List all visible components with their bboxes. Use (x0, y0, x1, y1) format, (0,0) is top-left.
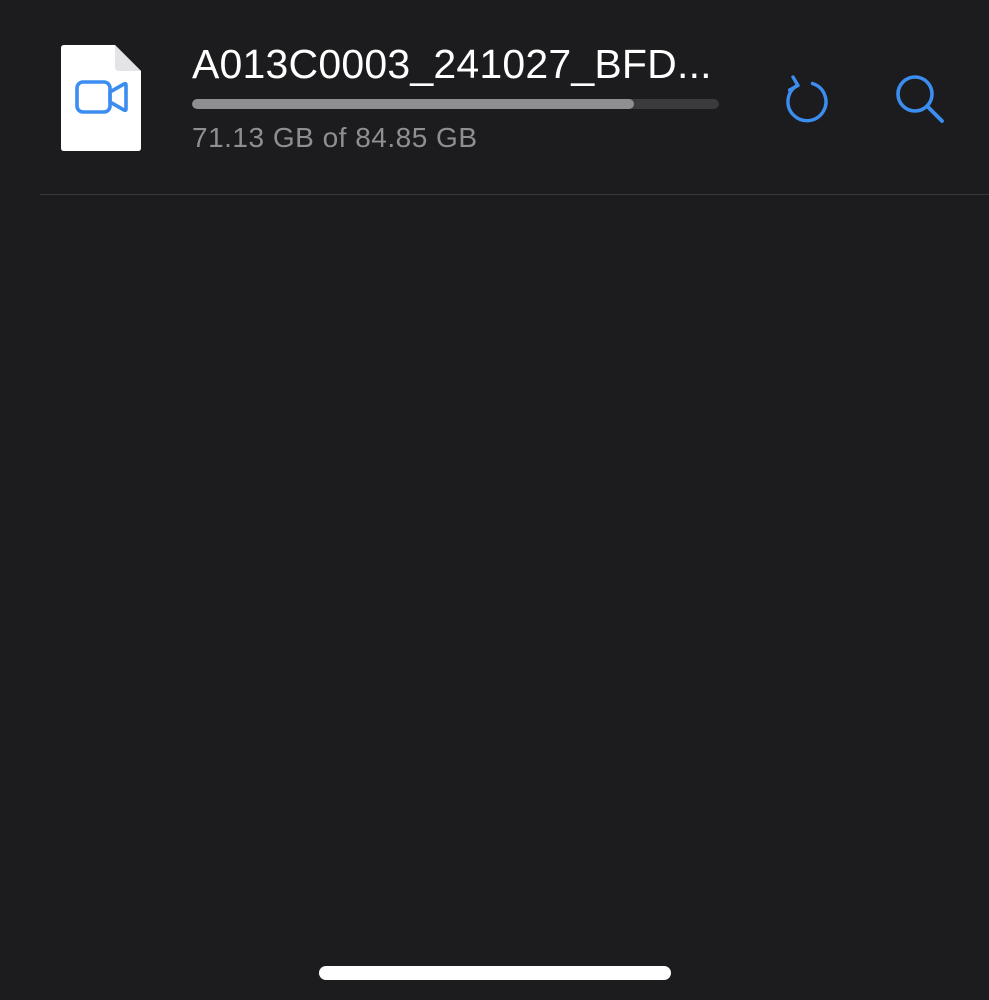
reload-icon (786, 75, 828, 123)
file-name: A013C0003_241027_BFD... (192, 41, 712, 87)
home-indicator[interactable] (319, 966, 671, 980)
file-thumbnail (61, 45, 141, 151)
download-screen: A013C0003_241027_BFD... 71.13 GB of 84.8… (0, 0, 989, 1000)
file-size-text: 71.13 GB of 84.85 GB (192, 122, 478, 153)
download-progress-fill (192, 99, 634, 109)
search-icon (896, 75, 944, 123)
file-row[interactable]: A013C0003_241027_BFD... 71.13 GB of 84.8… (40, 0, 989, 195)
file-document-icon (61, 45, 141, 151)
download-progress-bar (192, 99, 719, 109)
reload-button[interactable] (776, 70, 832, 126)
file-info: A013C0003_241027_BFD... 71.13 GB of 84.8… (192, 38, 720, 155)
search-button[interactable] (892, 70, 948, 126)
